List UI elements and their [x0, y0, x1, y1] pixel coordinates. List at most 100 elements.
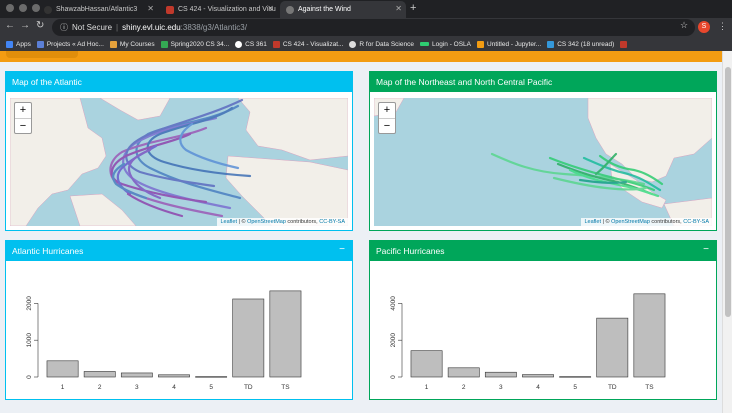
- x-tick-label: 2: [462, 384, 466, 391]
- bookmark-apps[interactable]: Apps: [6, 40, 31, 48]
- back-icon[interactable]: ←: [5, 20, 15, 31]
- app-header-bar: [0, 51, 722, 62]
- bookmark-label: CS 361: [245, 40, 267, 48]
- menu-icon[interactable]: ⋮: [718, 21, 727, 32]
- close-window-button[interactable]: [6, 4, 14, 12]
- y-tick-label: 4000: [390, 296, 397, 311]
- attribution-sep: | ©: [236, 219, 248, 225]
- close-tab-icon[interactable]: ✕: [147, 4, 154, 13]
- greenland-land: [99, 98, 171, 121]
- new-tab-button[interactable]: +: [410, 2, 416, 14]
- tab-bar: ShawzabHassan/Atlantic3 ✕ CS 424 - Visua…: [0, 0, 732, 18]
- osm-link[interactable]: OpenStreetMap: [611, 219, 650, 225]
- x-tick-label: 5: [209, 384, 213, 391]
- page-scrollbar[interactable]: [722, 51, 732, 413]
- close-tab-icon[interactable]: ✕: [395, 4, 402, 13]
- bookmark-star-icon[interactable]: ☆: [680, 20, 688, 31]
- account-avatar[interactable]: S: [698, 21, 710, 33]
- bookmark-login-osla[interactable]: Login - OSLA: [419, 40, 472, 48]
- tab-title: Against the Wind: [298, 6, 351, 13]
- europe-land: [237, 98, 348, 161]
- leaflet-link[interactable]: Leaflet: [220, 219, 237, 225]
- bookmark-spring2020[interactable]: Spring2020 CS 34...: [160, 40, 230, 48]
- bookmark-label: Apps: [16, 40, 31, 48]
- tab-github[interactable]: ShawzabHassan/Atlantic3 ✕: [38, 1, 158, 18]
- bar-TD: [232, 298, 265, 378]
- bookmark-favicon-icon: [620, 40, 628, 48]
- minimize-window-button[interactable]: [19, 4, 27, 12]
- omnibox[interactable]: ⓘ Not Secure | shiny.evl.uic.edu:3838/g3…: [52, 19, 695, 36]
- south-america-land: [69, 193, 137, 226]
- attribution-text: contributors,: [649, 219, 684, 225]
- x-tick-label: 3: [135, 384, 139, 391]
- zoom-control: + −: [378, 102, 396, 134]
- tab-cs424[interactable]: CS 424 - Visualization and Visu ✕: [160, 1, 278, 18]
- bookmark-cs361[interactable]: CS 361: [235, 40, 267, 48]
- bar-1: [410, 350, 443, 378]
- bar-2: [83, 371, 116, 378]
- scrollbar-thumb[interactable]: [725, 67, 731, 317]
- bar-4: [158, 374, 190, 378]
- license-link[interactable]: CC-BY-SA: [683, 219, 709, 225]
- box-title: Map of the Atlantic: [6, 72, 352, 92]
- loading-icon: [286, 6, 294, 14]
- box-title: Map of the Northeast and North Central P…: [370, 72, 716, 92]
- x-tick-label: 4: [172, 384, 176, 391]
- close-tab-icon[interactable]: ✕: [267, 4, 274, 13]
- bar-3: [120, 372, 153, 378]
- zoom-in-button[interactable]: +: [379, 103, 395, 118]
- bar-5: [195, 376, 228, 378]
- zoom-in-button[interactable]: +: [15, 103, 31, 118]
- atlantic-chart-box: Atlantic Hurricanes − 0 1000 2000 1 2 3 4 5 TD TS: [5, 240, 353, 400]
- forward-icon[interactable]: →: [20, 20, 30, 31]
- bookmark-label: Projects « Ad Hoc...: [46, 40, 104, 48]
- pacific-leaflet-map[interactable]: + − Leaflet | © OpenStreetMap contributo…: [374, 98, 712, 226]
- bookmark-label: R for Data Science: [359, 40, 414, 48]
- box-title: Pacific Hurricanes: [376, 246, 445, 256]
- collapse-button[interactable]: −: [339, 244, 345, 255]
- bookmark-cs424[interactable]: CS 424 - Visualizat...: [272, 40, 343, 48]
- bar-TS: [269, 290, 302, 378]
- atlantic-leaflet-map[interactable]: + − Leaflet | © OpenStreetMap contributo…: [10, 98, 348, 226]
- license-link[interactable]: CC-BY-SA: [319, 219, 345, 225]
- bookmark-favicon-icon: [547, 40, 555, 48]
- window-controls[interactable]: [6, 4, 40, 12]
- bookmark-projects[interactable]: Projects « Ad Hoc...: [36, 40, 104, 48]
- zoom-control: + −: [14, 102, 32, 134]
- bookmark-uic[interactable]: [620, 40, 630, 48]
- x-tick-label: TS: [281, 384, 290, 391]
- bookmark-favicon-icon: [272, 40, 280, 48]
- zoom-out-button[interactable]: −: [15, 118, 31, 133]
- tab-against-the-wind[interactable]: Against the Wind ✕: [280, 1, 406, 18]
- bar-3: [484, 371, 517, 378]
- atlantic-map-box: Map of the Atlantic + − Leaflet | © Open…: [5, 71, 353, 231]
- collapse-button[interactable]: −: [703, 244, 709, 255]
- bookmark-my-courses[interactable]: My Courses: [109, 40, 155, 48]
- bar-TD: [596, 317, 629, 378]
- bar-TS: [633, 293, 666, 378]
- leaflet-link[interactable]: Leaflet: [584, 219, 601, 225]
- uic-icon: [166, 6, 174, 14]
- info-icon[interactable]: ⓘ: [60, 22, 68, 33]
- x-tick-label: 4: [536, 384, 540, 391]
- zoom-out-button[interactable]: −: [379, 118, 395, 133]
- header-tab[interactable]: [6, 51, 78, 58]
- bookmark-label: Login - OSLA: [431, 40, 472, 48]
- bookmark-r-for-data-science[interactable]: R for Data Science: [349, 40, 414, 48]
- tab-title: ShawzabHassan/Atlantic3: [56, 6, 138, 13]
- url-text: shiny.evl.uic.edu:3838/g3/Atlantic3/: [122, 23, 247, 32]
- bookmark-jupyter[interactable]: Untitled - Jupyter...: [477, 40, 541, 48]
- bookmarks-bar: Apps Projects « Ad Hoc... My Courses Spr…: [0, 37, 732, 51]
- bookmark-cs342[interactable]: CS 342 (18 unread): [547, 40, 614, 48]
- globe-icon: [349, 40, 357, 48]
- y-tick-label: 0: [26, 375, 33, 379]
- tab-title: CS 424 - Visualization and Visu: [178, 6, 276, 13]
- bookmark-favicon-icon: [477, 40, 485, 48]
- pacific-chart-box: Pacific Hurricanes − 0 2000 4000 1 2 3 4 5 TD TS: [369, 240, 717, 400]
- reload-icon[interactable]: ↻: [36, 20, 44, 31]
- africa-land: [225, 155, 348, 226]
- x-tick-label: TD: [244, 384, 253, 391]
- bookmark-label: Spring2020 CS 34...: [170, 40, 230, 48]
- osm-link[interactable]: OpenStreetMap: [247, 219, 286, 225]
- url-host: shiny.evl.uic.edu: [122, 23, 181, 32]
